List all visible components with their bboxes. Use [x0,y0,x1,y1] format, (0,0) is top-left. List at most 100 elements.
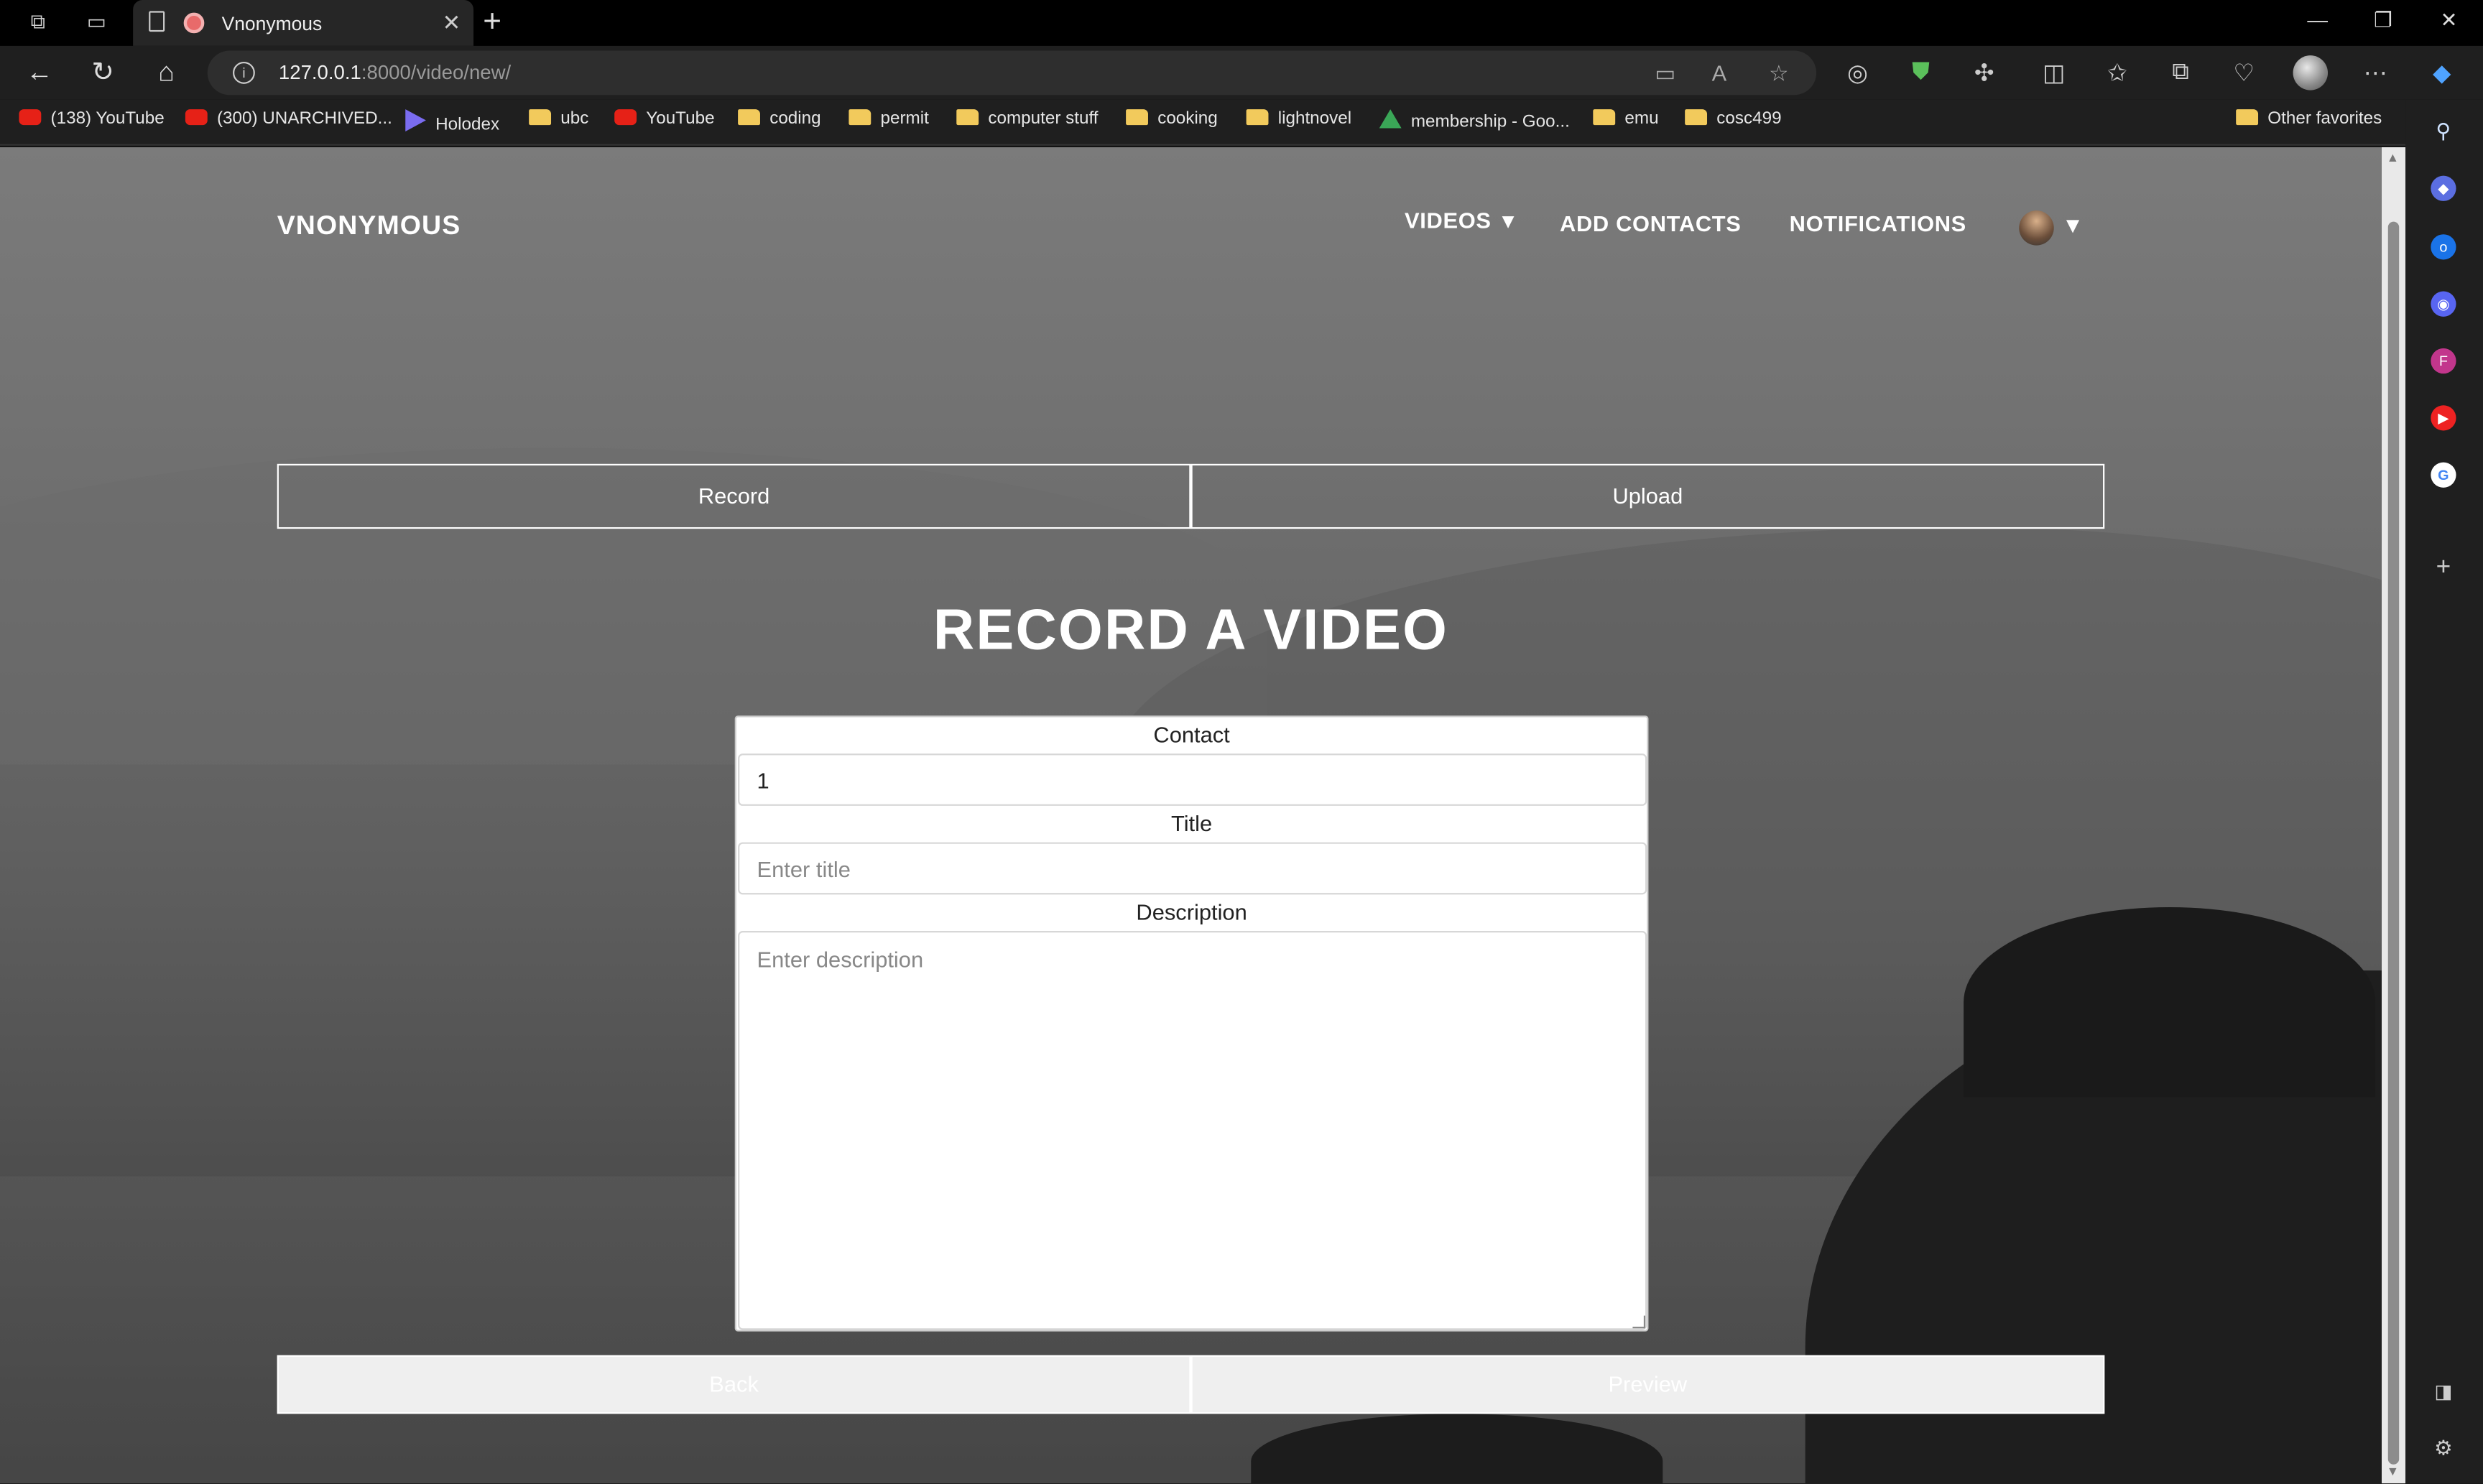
folder-icon [738,109,760,126]
bookmark-label: computer stuff [988,109,1099,129]
user-menu-chevron-down-icon[interactable]: ▼ [2062,212,2084,237]
youtube-sidebar-icon[interactable]: ▶ [2431,405,2456,431]
f-app-icon[interactable]: F [2431,348,2456,374]
more-menu-icon[interactable]: ⋯ [2359,59,2391,87]
bookmark-item[interactable]: cooking [1126,109,1218,129]
drive-icon [1379,109,1402,129]
refresh-icon[interactable]: ↻ [87,57,119,88]
bookmark-item[interactable]: (138) YouTube [19,109,165,129]
address-bar-row: ← ↻ ⌂ i 127.0.0.1:8000/video/new/ ▭ A ☆ … [0,45,2483,100]
new-tab-button[interactable]: + [483,5,501,42]
bookmark-item[interactable]: computer stuff [956,109,1099,129]
bookmarks-bar: (138) YouTube (300) UNARCHIVED... Holode… [0,99,2483,146]
search-icon[interactable]: ⚲ [2431,119,2456,144]
restore-icon[interactable]: ❐ [2374,8,2392,33]
workspaces-icon[interactable]: ⧉ [25,9,50,34]
url-host: 127.0.0.1 [278,61,361,84]
discord-icon[interactable]: ◉ [2431,291,2456,317]
back-button[interactable]: Back [277,1355,1191,1414]
bookmark-item[interactable]: membership - Goo... [1379,109,1570,131]
address-bar[interactable]: i 127.0.0.1:8000/video/new/ ▭ A ☆ [207,50,1817,96]
site-info-icon[interactable]: i [233,61,255,84]
record-mode-button[interactable]: Record [277,463,1191,529]
home-icon[interactable]: ⌂ [150,57,182,88]
bookmark-item[interactable]: (300) UNARCHIVED... [185,109,392,129]
youtube-icon [614,109,637,126]
upload-mode-button[interactable]: Upload [1190,463,2105,529]
other-favorites-label: Other favorites [2267,109,2382,129]
minimize-icon[interactable]: — [2307,8,2328,32]
collections-icon[interactable]: ⧉ [2165,59,2196,85]
close-window-icon[interactable]: ✕ [2441,8,2458,33]
bookmark-item[interactable]: coding [738,109,821,129]
resize-handle-icon[interactable] [1632,1315,1646,1329]
bookmark-label: cooking [1157,109,1218,129]
sidebar-toggle-icon[interactable]: ◨ [2431,1379,2456,1404]
video-details-form: Contact 1 Title Enter title Description … [734,715,1649,1332]
scroll-thumb[interactable] [2387,221,2400,1465]
read-aloud-icon[interactable]: A [1712,60,1727,85]
folder-icon [2236,109,2259,126]
bookmark-item[interactable]: emu [1593,109,1659,129]
folder-icon [1126,109,1148,126]
bookmark-item[interactable]: YouTube [614,109,715,129]
extensions-puzzle-icon[interactable]: ✣ [1969,59,2000,87]
bookmark-item[interactable]: cosc499 [1685,109,1782,129]
copilot-icon[interactable]: ◆ [2426,59,2458,87]
bookmark-label: lightnovel [1277,109,1352,129]
copilot-sidebar-icon[interactable]: ◆ [2431,175,2456,201]
add-icon[interactable]: + [2431,555,2456,581]
bookmark-label: ubc [560,109,589,129]
profile-avatar[interactable] [2293,55,2329,91]
browser-titlebar: ⧉ ▭ Vnonymous ✕ + — ❐ ✕ [0,0,2483,46]
shield-icon[interactable]: ⛊ [1905,59,1937,85]
preview-button[interactable]: Preview [1190,1355,2105,1414]
url-path: :8000/video/new/ [361,61,512,84]
nav-notifications[interactable]: NOTIFICATIONS [1790,210,1966,236]
screen: ⧉ ▭ Vnonymous ✕ + — ❐ ✕ ← ↻ ⌂ i 127.0.0.… [0,0,2483,1484]
folder-icon [956,109,979,126]
folder-icon [849,109,871,126]
bookmark-item[interactable]: ubc [529,109,589,129]
contact-field[interactable]: 1 [738,753,1647,806]
scroll-up-icon[interactable]: ▲ [2387,150,2399,164]
scroll-down-icon[interactable]: ▼ [2387,1465,2399,1479]
settings-gear-icon[interactable]: ⚙ [2431,1436,2456,1461]
user-avatar[interactable] [2019,210,2054,246]
site-brand-link[interactable]: VNONYMOUS [277,210,461,242]
bookmark-label: membership - Goo... [1410,112,1570,131]
folder-icon [1593,109,1616,126]
title-input[interactable]: Enter title [738,842,1647,895]
page-scrollbar[interactable]: ▲ ▼ [2381,147,2406,1484]
bookmark-item[interactable]: lightnovel [1246,109,1352,129]
folder-icon [1246,109,1269,126]
bookmark-label: emu [1624,109,1659,129]
other-favorites[interactable]: Other favorites [2236,109,2382,129]
bookmark-label: coding [769,109,821,129]
camera-icon[interactable]: ▭ [1655,60,1675,87]
bookmark-label: cosc499 [1716,109,1782,129]
bookmark-label: (138) YouTube [50,109,165,129]
performance-heart-icon[interactable]: ♡ [2228,59,2260,87]
outlook-icon[interactable]: o [2431,234,2456,260]
extension-glasses-icon[interactable]: ◎ [1841,59,1873,87]
google-icon[interactable]: G [2431,462,2456,488]
page-title: RECORD A VIDEO [933,596,1449,662]
back-arrow-icon[interactable]: ← [24,57,55,88]
favorites-icon[interactable]: ✩ [2101,59,2133,87]
url-text[interactable]: 127.0.0.1:8000/video/new/ [279,62,511,84]
split-screen-icon[interactable]: ◫ [2038,59,2070,87]
close-tab-icon[interactable]: ✕ [443,9,461,36]
site-favicon-icon [183,12,205,34]
favorite-star-icon[interactable]: ☆ [1769,60,1789,87]
bookmark-item[interactable]: permit [849,109,929,129]
browser-tab-active[interactable]: Vnonymous ✕ [133,0,474,46]
tab-actions-icon[interactable]: ▭ [84,9,109,34]
bookmark-item[interactable]: Holodex [405,109,499,134]
description-textarea[interactable]: Enter description [738,931,1647,1330]
nav-videos-dropdown[interactable]: VIDEOS ▼ [1405,208,1519,233]
browser-sidebar: ⚲ ◆ o ◉ F ▶ G + ◨ ⚙ [2405,99,2483,1484]
folder-icon [529,109,552,126]
nav-videos-label: VIDEOS [1405,207,1492,233]
nav-add-contacts[interactable]: ADD CONTACTS [1560,210,1742,236]
